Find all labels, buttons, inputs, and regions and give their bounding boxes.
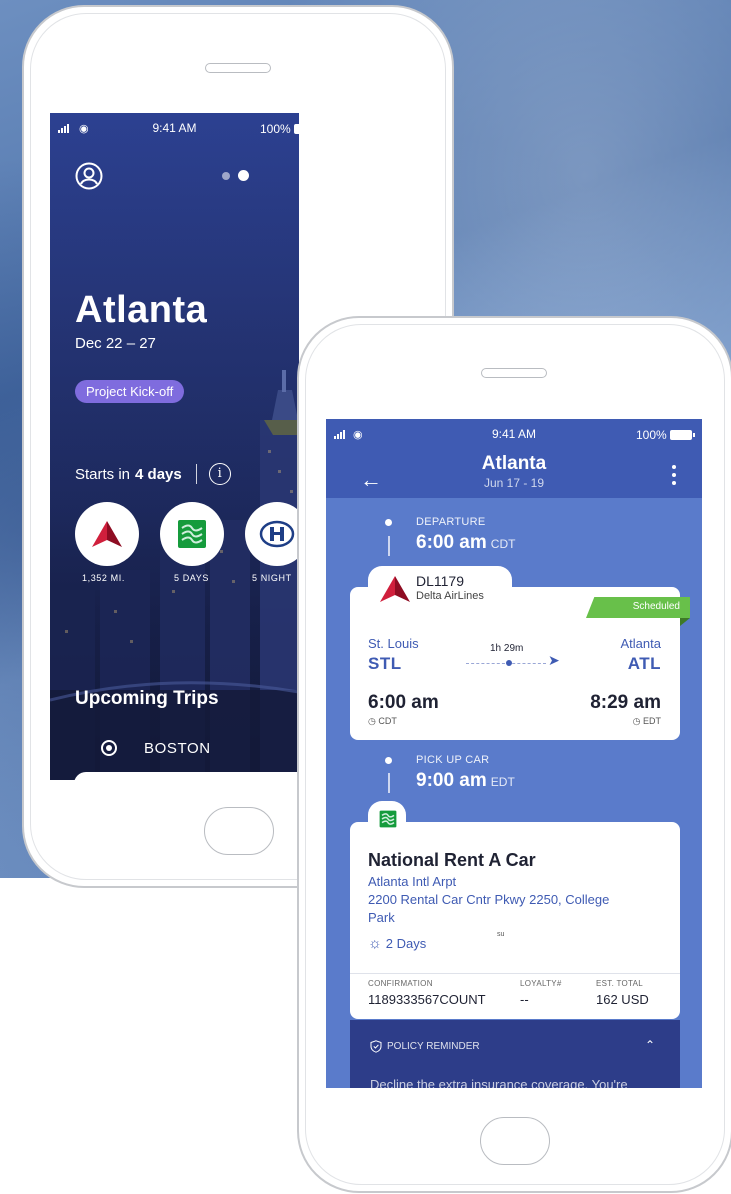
timeline-dot [385,757,392,764]
trip-city-title: Atlanta [75,289,208,331]
national-logo-icon [379,810,397,828]
rental-duration-value: 2 Days [385,936,427,951]
battery-percent: 100% [260,122,291,136]
national-logo-icon [178,520,206,548]
rental-location[interactable]: Atlanta Intl Arpt [368,874,456,889]
origin-city: St. Louis [368,636,419,651]
delta-logo-icon [380,576,410,602]
trip-countdown: Starts in 4 days i [75,463,231,485]
status-bar: ◉ 9:41 AM 100% [326,427,702,443]
policy-reminder-label: POLICY REMINDER [387,1041,480,1052]
page-indicator[interactable] [222,170,249,181]
home-button[interactable] [204,807,274,855]
loyalty-value: -- [520,992,529,1007]
upcoming-trip-item[interactable]: BOSTON [144,740,211,757]
pickup-time-value: 9:00 am [416,770,487,791]
card-divider [350,973,680,974]
confirmation-value: 1189333567COUNT [368,992,486,1007]
total-value: 162 USD [596,992,649,1007]
origin-code: STL [368,654,402,673]
battery-indicator: 100% [636,428,695,442]
page-dot-active[interactable] [238,170,249,181]
speaker-grille [481,368,547,378]
loyalty-label: LOYALTY# [520,979,562,988]
policy-reminder-header[interactable]: POLICY REMINDER [370,1040,480,1053]
airplane-icon: ➤ [548,652,560,668]
page-dot[interactable] [222,171,230,180]
stat-label: 5 NIGHT [252,573,292,583]
countdown-value: 4 days [135,465,182,483]
itinerary-dates: Jun 17 - 19 [483,476,545,490]
flight-status-badge: Scheduled [586,597,690,618]
battery-icon [669,430,695,440]
countdown-prefix: Starts in [75,465,131,483]
flight-stat-button[interactable] [75,502,139,566]
hilton-logo-icon [259,520,295,548]
flight-path-dot [506,660,512,666]
total-label: EST. TOTAL [596,979,644,988]
user-profile-icon[interactable] [75,162,103,190]
depart-tz-value: CDT [378,716,397,726]
trip-card-peek[interactable] [74,772,299,780]
badge-fold [680,618,690,626]
rental-address-line2[interactable]: Park [368,910,395,925]
chevron-up-icon[interactable]: ⌃ [645,1038,655,1052]
destination-code: ATL [627,654,661,673]
car-stat-button[interactable] [160,502,224,566]
status-bar: ◉ 9:41 AM 100% [50,121,299,137]
airline-name: Delta AirLines [416,590,484,602]
sun-icon: ☼ [368,935,382,952]
depart-time: 6:00 am [368,692,439,713]
departure-time-value: 6:00 am [416,532,487,553]
home-button[interactable] [480,1117,550,1165]
speaker-grille [205,63,271,73]
arrive-tz-value: EDT [643,716,661,726]
trip-dates: Dec 22 – 27 [75,335,156,352]
trip-overview-screen: ◉ 9:41 AM 100% Atlanta Dec 22 – 27 Proje… [50,113,299,780]
destination-city: Atlanta [620,636,661,651]
arrive-tz: ◷ EDT [632,716,661,726]
pickup-tz: EDT [490,775,515,789]
pickup-time: 9:00 am EDT [416,770,515,792]
more-options-icon[interactable] [672,465,676,485]
rental-duration: ☼ 2 Days [368,935,426,952]
itinerary-title: Atlanta [481,453,547,474]
timeline-line [388,536,390,556]
departure-label: DEPARTURE [416,516,486,528]
battery-indicator: 100% [260,122,299,136]
delta-logo-icon [92,521,122,547]
battery-percent: 100% [636,428,667,442]
upcoming-trips-heading: Upcoming Trips [75,688,219,709]
timeline-dot [385,519,392,526]
departure-tz: CDT [490,537,516,551]
departure-time: 6:00 am CDT [416,532,515,554]
rental-address-line1[interactable]: 2200 Rental Car Cntr Pkwy 2250, College [368,892,609,907]
trip-tag-badge[interactable]: Project Kick-off [75,380,185,403]
flight-number: DL1179 [416,573,465,589]
flight-duration: 1h 29m [490,643,524,654]
arrive-time: 8:29 am [590,692,661,713]
pickup-label: PICK UP CAR [416,754,490,766]
confirmation-label: CONFIRMATION [368,979,433,988]
stat-label: 5 DAYS [174,573,209,583]
stat-label: 1,352 MI. [82,573,125,583]
trip-radio-icon[interactable] [101,740,117,756]
stray-text: su [497,931,505,938]
itinerary-screen: ◉ 9:41 AM 100% ← Atlanta Jun 17 - 19 DEP… [326,419,702,1088]
rental-company-name: National Rent A Car [368,850,536,870]
shield-check-icon [370,1040,382,1053]
timeline-line [388,773,390,793]
divider [195,464,197,484]
policy-reminder-text: Decline the extra insurance coverage. Yo… [370,1077,628,1088]
depart-tz: ◷ CDT [368,716,397,726]
battery-icon [293,124,299,134]
info-icon[interactable]: i [208,463,231,485]
